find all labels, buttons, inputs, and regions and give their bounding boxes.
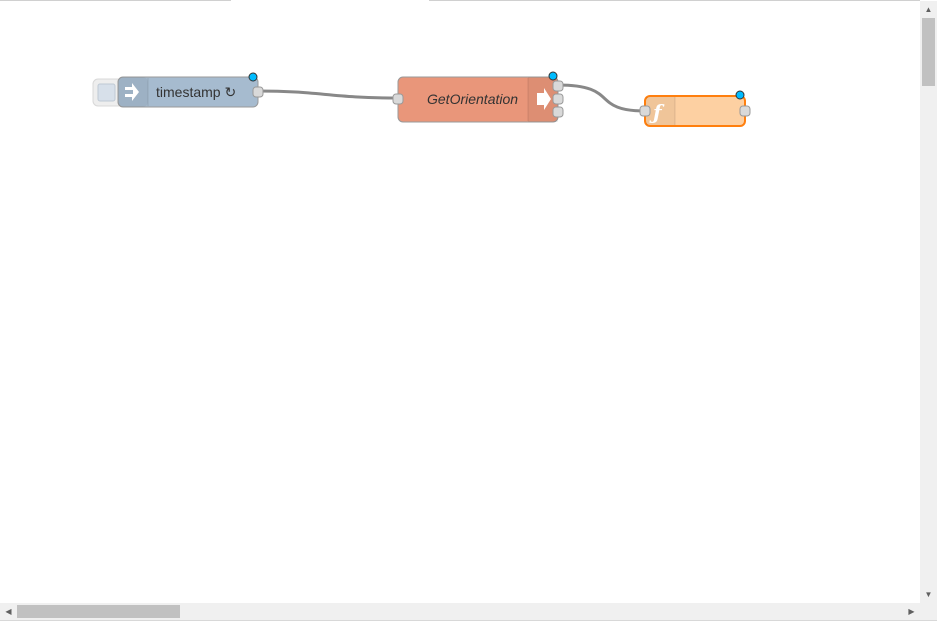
wire-timestamp-to-getorientation[interactable] — [257, 89, 399, 100]
inject-changed-indicator — [248, 72, 258, 82]
subflow-node-getorientation[interactable]: GetOrientation — [392, 71, 564, 123]
function-output-port[interactable] — [739, 105, 751, 117]
subflow-node-label: GetOrientation — [427, 91, 518, 107]
inject-node-label: timestamp ↻ — [156, 84, 236, 100]
flow-workspace[interactable]: timestamp ↻ GetOrientation ƒ — [0, 1, 920, 603]
scroll-left-arrow[interactable]: ◀ — [0, 603, 17, 620]
horizontal-scroll-thumb[interactable] — [17, 605, 180, 618]
subflow-output-port-1[interactable] — [552, 80, 564, 92]
scroll-right-arrow[interactable]: ▶ — [903, 603, 920, 620]
inject-output-port[interactable] — [252, 86, 264, 98]
scrollbar-corner — [920, 603, 937, 620]
vertical-scrollbar[interactable]: ▲ ▼ — [920, 1, 937, 603]
inject-button-inner[interactable] — [97, 83, 116, 102]
vertical-scroll-thumb[interactable] — [922, 18, 935, 86]
scroll-up-arrow[interactable]: ▲ — [920, 1, 937, 18]
inject-node-timestamp[interactable]: timestamp ↻ — [92, 72, 264, 108]
scroll-down-arrow[interactable]: ▼ — [920, 586, 937, 603]
subflow-changed-indicator — [548, 71, 558, 81]
subflow-input-port[interactable] — [392, 93, 404, 105]
wire-getorientation-to-function[interactable] — [557, 83, 646, 113]
flow-editor-viewport: timestamp ↻ GetOrientation ƒ ▲ ▼ ◀ ▶ — [0, 0, 937, 621]
subflow-output-port-3[interactable] — [552, 106, 564, 118]
function-node[interactable]: ƒ — [639, 90, 751, 127]
function-input-port[interactable] — [639, 105, 651, 117]
flow-canvas[interactable]: timestamp ↻ GetOrientation ƒ — [0, 1, 920, 603]
function-changed-indicator — [735, 90, 745, 100]
horizontal-scrollbar[interactable]: ◀ ▶ — [0, 603, 920, 620]
subflow-output-port-2[interactable] — [552, 93, 564, 105]
